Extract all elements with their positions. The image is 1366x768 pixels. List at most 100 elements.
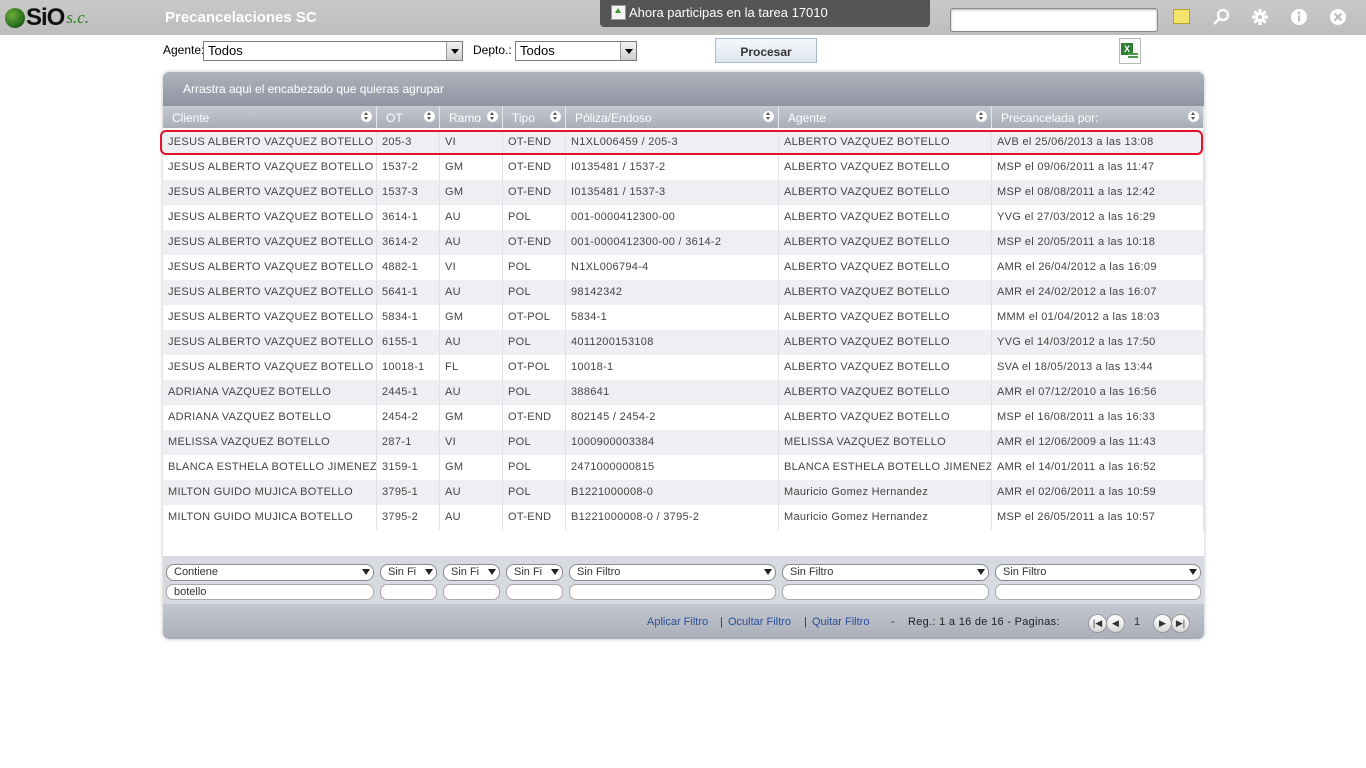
table-row[interactable]: ADRIANA VAZQUEZ BOTELLO 2454-2 GM OT-END 802… [163,405,1204,430]
top-bar: SiO s.c. Precancelaciones SC Ahora parti… [0,0,1366,35]
filter-value-input[interactable] [782,584,989,600]
cell-precancelada: YVG el 14/03/2012 a las 17:50 [992,330,1204,355]
cell-ot: 10018-1 [377,355,440,380]
cell-ramo: AU [440,280,503,305]
sort-icon[interactable] [487,111,498,122]
info-icon[interactable] [1290,8,1308,26]
table-row[interactable]: JESUS ALBERTO VAZQUEZ BOTELLO 1537-2 GM OT-… [163,155,1204,180]
filter-value-input[interactable]: botello [166,584,374,600]
cell-precancelada: MSP el 26/05/2011 a las 10:57 [992,505,1204,530]
procesar-button[interactable]: Procesar [715,38,817,63]
filter-operator-select[interactable]: Sin Filtro [995,564,1201,581]
cell-precancelada: AMR el 07/12/2010 a las 16:56 [992,380,1204,405]
group-drop-area[interactable]: Arrastra aqui el encabezado que quieras … [163,72,1204,106]
chevron-down-icon[interactable] [446,42,462,60]
table-row[interactable]: JESUS ALBERTO VAZQUEZ BOTELLO 5834-1 GM OT-… [163,305,1204,330]
chevron-down-icon[interactable] [977,569,985,575]
chevron-down-icon[interactable] [620,42,636,60]
cell-ot: 1537-2 [377,155,440,180]
apply-filter-link[interactable]: Aplicar Filtro [647,616,708,628]
first-page-icon[interactable]: |◀ [1088,614,1107,633]
filter-value-input[interactable] [506,584,563,600]
table-row[interactable]: JESUS ALBERTO VAZQUEZ BOTELLO 3614-1 AU POL… [163,205,1204,230]
agente-select[interactable]: Todos [203,41,463,61]
table-row[interactable]: JESUS ALBERTO VAZQUEZ BOTELLO 4882-1 VI POL… [163,255,1204,280]
cell-ot: 5641-1 [377,280,440,305]
cell-agente: ALBERTO VAZQUEZ BOTELLO [779,280,992,305]
table-row[interactable]: JESUS ALBERTO VAZQUEZ BOTELLO 10018-1 FL OT… [163,355,1204,380]
filter-cell-agente: Sin Filtro [779,556,992,604]
column-header-tipo[interactable]: Tipo [503,106,566,128]
search-icon[interactable] [1212,8,1230,26]
note-icon[interactable] [1173,9,1190,24]
table-row[interactable]: MILTON GUIDO MUJICA BOTELLO 3795-1 AU POL B1… [163,480,1204,505]
column-header-ramo[interactable]: Ramo [440,106,503,128]
column-header-ot[interactable]: OT [377,106,440,128]
table-row[interactable]: JESUS ALBERTO VAZQUEZ BOTELLO 1537-3 GM OT-… [163,180,1204,205]
chevron-down-icon[interactable] [551,569,559,575]
page-number: 1 [1134,616,1141,628]
gear-icon[interactable] [1251,8,1269,26]
filter-value-input[interactable] [380,584,437,600]
table-row[interactable]: MELISSA VAZQUEZ BOTELLO 287-1 VI POL 1000900… [163,430,1204,455]
filter-operator-select[interactable]: Sin Filtro [569,564,776,581]
chevron-down-icon[interactable] [764,569,772,575]
column-header-cliente[interactable]: Cliente [163,106,377,128]
filter-value-input[interactable] [443,584,500,600]
column-header-precancelada[interactable]: Precancelada por: [992,106,1204,128]
records-info: Reg.: 1 a 16 de 16 - Paginas: [908,616,1060,628]
depto-label: Depto.: [473,43,512,57]
chevron-down-icon[interactable] [488,569,496,575]
hide-filter-link[interactable]: Ocultar Filtro [728,616,791,628]
app-title: Precancelaciones SC [165,9,317,26]
sort-icon[interactable] [424,111,435,122]
cell-agente: ALBERTO VAZQUEZ BOTELLO [779,380,992,405]
chevron-down-icon[interactable] [362,569,370,575]
search-input[interactable] [950,8,1158,32]
sort-icon[interactable] [550,111,561,122]
cell-tipo: POL [503,480,566,505]
filter-operator-select[interactable]: Sin Filtro [782,564,989,581]
cell-ramo: AU [440,205,503,230]
excel-export-icon[interactable]: X [1119,38,1141,64]
cell-poliza: I0135481 / 1537-3 [566,180,779,205]
prev-page-icon[interactable]: ◀ [1106,614,1125,633]
column-header-agente[interactable]: Agente [779,106,992,128]
chevron-down-icon[interactable] [425,569,433,575]
column-header-poliza[interactable]: Póliza/Endoso [566,106,779,128]
table-row[interactable]: JESUS ALBERTO VAZQUEZ BOTELLO 3614-2 AU OT-… [163,230,1204,255]
table-row[interactable]: MILTON GUIDO MUJICA BOTELLO 3795-2 AU OT-EN… [163,505,1204,530]
next-page-icon[interactable]: ▶ [1153,614,1172,633]
column-header-label: Tipo [512,111,535,125]
table-row[interactable]: JESUS ALBERTO VAZQUEZ BOTELLO 5641-1 AU POL… [163,280,1204,305]
cell-precancelada: SVA el 18/05/2013 a las 13:44 [992,355,1204,380]
cell-precancelada: MSP el 09/06/2011 a las 11:47 [992,155,1204,180]
chevron-down-icon[interactable] [1189,569,1197,575]
depto-value: Todos [520,43,555,58]
table-row[interactable]: BLANCA ESTHELA BOTELLO JIMENEZ 3159-1 GM PO… [163,455,1204,480]
table-row[interactable]: JESUS ALBERTO VAZQUEZ BOTELLO 6155-1 AU POL… [163,330,1204,355]
filter-operator-select[interactable]: Sin Fi [443,564,500,581]
sort-icon[interactable] [361,111,372,122]
filter-operator-select[interactable]: Sin Fi [380,564,437,581]
remove-filter-link[interactable]: Quitar Filtro [812,616,869,628]
filter-value-input[interactable] [995,584,1201,600]
logo: SiO s.c. [5,6,89,30]
cell-agente: Mauricio Gomez Hernandez [779,480,992,505]
filter-operator-select[interactable]: Contiene [166,564,374,581]
sort-icon[interactable] [976,111,987,122]
depto-select[interactable]: Todos [515,41,637,61]
cell-cliente: BLANCA ESTHELA BOTELLO JIMENEZ [163,455,377,480]
group-hint: Arrastra aqui el encabezado que quieras … [183,82,444,96]
filter-operator-select[interactable]: Sin Fi [506,564,563,581]
last-page-icon[interactable]: ▶| [1171,614,1190,633]
filter-cell-ot: Sin Fi [377,556,440,604]
sort-icon[interactable] [763,111,774,122]
filter-value-input[interactable] [569,584,776,600]
cell-ramo: AU [440,230,503,255]
sort-icon[interactable] [1188,111,1199,122]
notification-banner[interactable]: Ahora participas en la tarea 17010 [600,0,930,27]
table-row[interactable]: ADRIANA VAZQUEZ BOTELLO 2445-1 AU POL 388641… [163,380,1204,405]
cell-tipo: POL [503,330,566,355]
close-icon[interactable] [1329,8,1347,26]
